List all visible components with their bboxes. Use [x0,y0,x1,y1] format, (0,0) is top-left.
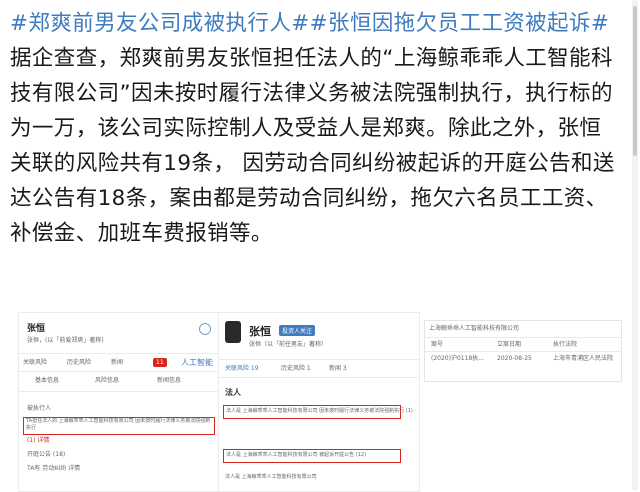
badge: 投资人关注 [279,325,316,336]
screenshot-court-record: 上海鲸乖乖人工智能科技有限公司 案号 立案日期 执行法院 (2020)沪0118… [424,320,622,382]
col-case-no: 案号 [431,341,444,348]
col-date: 立案日期 [497,341,522,348]
row-head: 被执行人 [27,405,52,412]
hashtag-zhang-heng-sued[interactable]: #张恒因拖欠员工工资被起诉# [310,11,610,36]
share-icon [199,323,211,335]
screenshot-qichacha-profile-2: 张恒 投资人关注 张恒（以「前任男友」著称） 关联风险 19 历史风险 1 新闻… [218,312,420,492]
section-label: 法人 [225,388,241,397]
risk-count-badge: 11 [153,358,167,367]
post-body: 据企查查，郑爽前男友张恒担任法人的“上海鲸乖乖人工智能科技有限公司”因未按时履行… [10,46,615,246]
risk-row-3[interactable]: 法人是 上海鲸乖乖人工智能科技有限公司 [225,473,317,481]
tab-news[interactable]: 新闻 [111,359,123,367]
highlight-box-1: 法人是 上海鲸乖乖人工智能科技有限公司 因未按时履行法律义务被法院强制执行 (1… [223,405,413,419]
sub-label-risk[interactable]: 风险信息 [95,377,119,385]
cell-date: 2020-08-25 [497,355,532,362]
scrollbar[interactable] [632,0,638,490]
tab-related-risk[interactable]: 关联风险 [23,359,47,367]
risk-row-2[interactable]: 法人是 上海鲸乖乖人工智能科技有限公司 被起诉开庭公告 (12) [226,451,366,459]
risk-row-1[interactable]: 法人是 上海鲸乖乖人工智能科技有限公司 因未按时履行法律义务被法院强制执行 (1… [226,407,413,415]
person-name: 张恒 [27,324,46,334]
sub-label-news[interactable]: 新闻信息 [157,377,181,385]
row-court-notice[interactable]: 开庭公告 (18) [27,451,65,459]
cell-case-no: (2020)沪0118执... [431,355,484,362]
tab-history-risk[interactable]: 历史风险 1 [281,365,311,373]
company-tag: 人工智能 [181,358,213,367]
person-alias: 张恒（以「前任男友」著称） [249,341,328,348]
avatar [225,321,241,343]
highlight-box-2: 法人是 上海鲸乖乖人工智能科技有限公司 被起诉开庭公告 (12) [223,449,401,463]
record-title: 上海鲸乖乖人工智能科技有限公司 [429,325,520,332]
post-text: #郑爽前男友公司成被执行人##张恒因拖欠员工工资被起诉# 据企查查，郑爽前男友张… [10,6,618,251]
scrollbar-thumb[interactable] [633,6,637,156]
col-court: 执行法院 [553,341,578,348]
sub-label-basic[interactable]: 基本信息 [35,377,59,385]
row-labor[interactable]: TA有 劳动纠纷 详情 [27,465,80,473]
cell-court: 上海市青浦区人民法院 [553,355,614,362]
screenshot-qichacha-profile-1: 张恒 张恒，(以「前爱郑爽」著称) 关联风险 历史风险 新闻 11 人工智能 基… [18,312,220,492]
highlight-box: TA担任法人的 上海鲸乖乖人工智能科技有限公司 因未按时履行法律义务被法院强制执… [23,417,215,435]
hashtag-zheng-shuang-ex-company[interactable]: #郑爽前男友公司成被执行人# [10,11,310,36]
row-detail-1[interactable]: (1) 详情 [27,437,49,445]
person-alias: 张恒，(以「前爱郑爽」著称) [27,337,104,344]
highlight-text: TA担任法人的 上海鲸乖乖人工智能科技有限公司 因未按时履行法律义务被法院强制执… [26,418,211,431]
tab-history-risk[interactable]: 历史风险 [67,359,91,367]
tab-related-risk[interactable]: 关联风险 19 [225,365,259,373]
person-name: 张恒 [249,325,271,338]
tab-news[interactable]: 新闻 3 [329,365,347,373]
